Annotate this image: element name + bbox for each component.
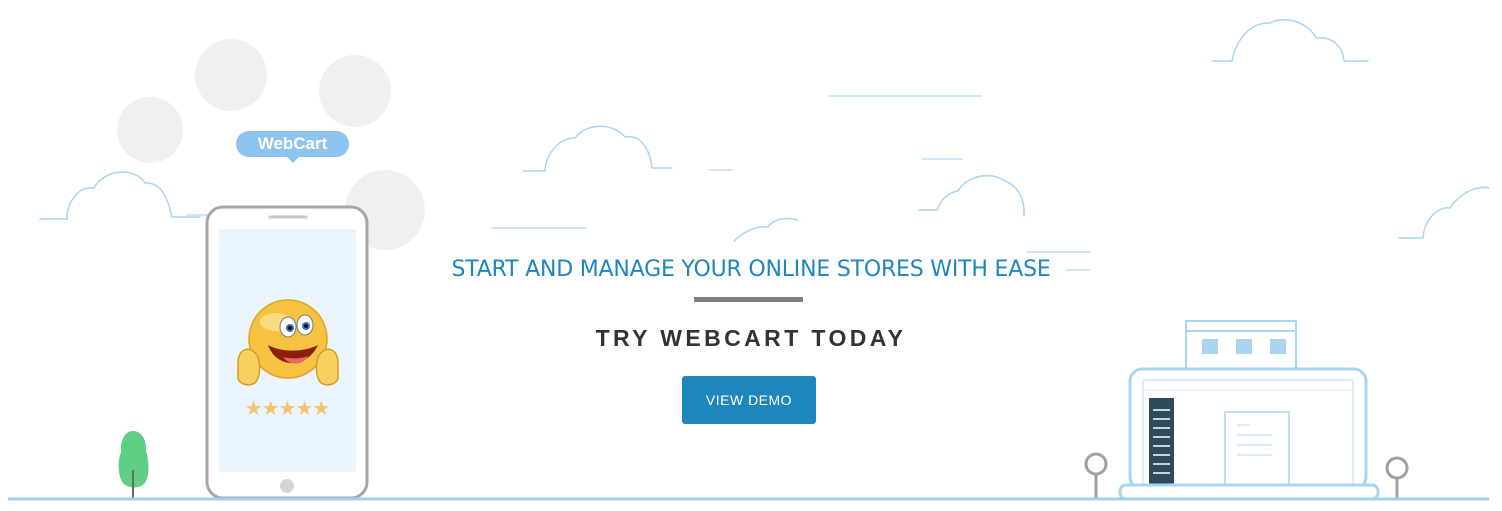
- cloud-icon: [522, 125, 673, 172]
- hero-banner: WebCart ★★★★★ START AND MANAGE YOUR ONLI…: [0, 0, 1502, 506]
- cloud-icon: [1398, 186, 1490, 239]
- tree-icon: [118, 431, 149, 498]
- hero-headline: START AND MANAGE YOUR ONLINE STORES WITH…: [451, 257, 1051, 282]
- cloud-icon: [733, 217, 798, 242]
- view-demo-button[interactable]: VIEW DEMO: [682, 376, 816, 424]
- cloud-icon: [1211, 18, 1369, 62]
- cloud-icon: [39, 171, 201, 220]
- hero-subheadline: TRY WEBCART TODAY: [595, 325, 907, 351]
- cloud-icon: [918, 174, 1025, 217]
- lamp-post-icon: [1084, 452, 1108, 498]
- rating-stars: ★★★★★: [244, 398, 331, 420]
- speech-bubble-tail: [286, 156, 300, 163]
- webcart-speech-bubble: WebCart: [236, 131, 349, 157]
- background-illustration: [8, 18, 1490, 501]
- lamp-post-icon: [1385, 456, 1409, 498]
- headline-divider: [694, 297, 803, 302]
